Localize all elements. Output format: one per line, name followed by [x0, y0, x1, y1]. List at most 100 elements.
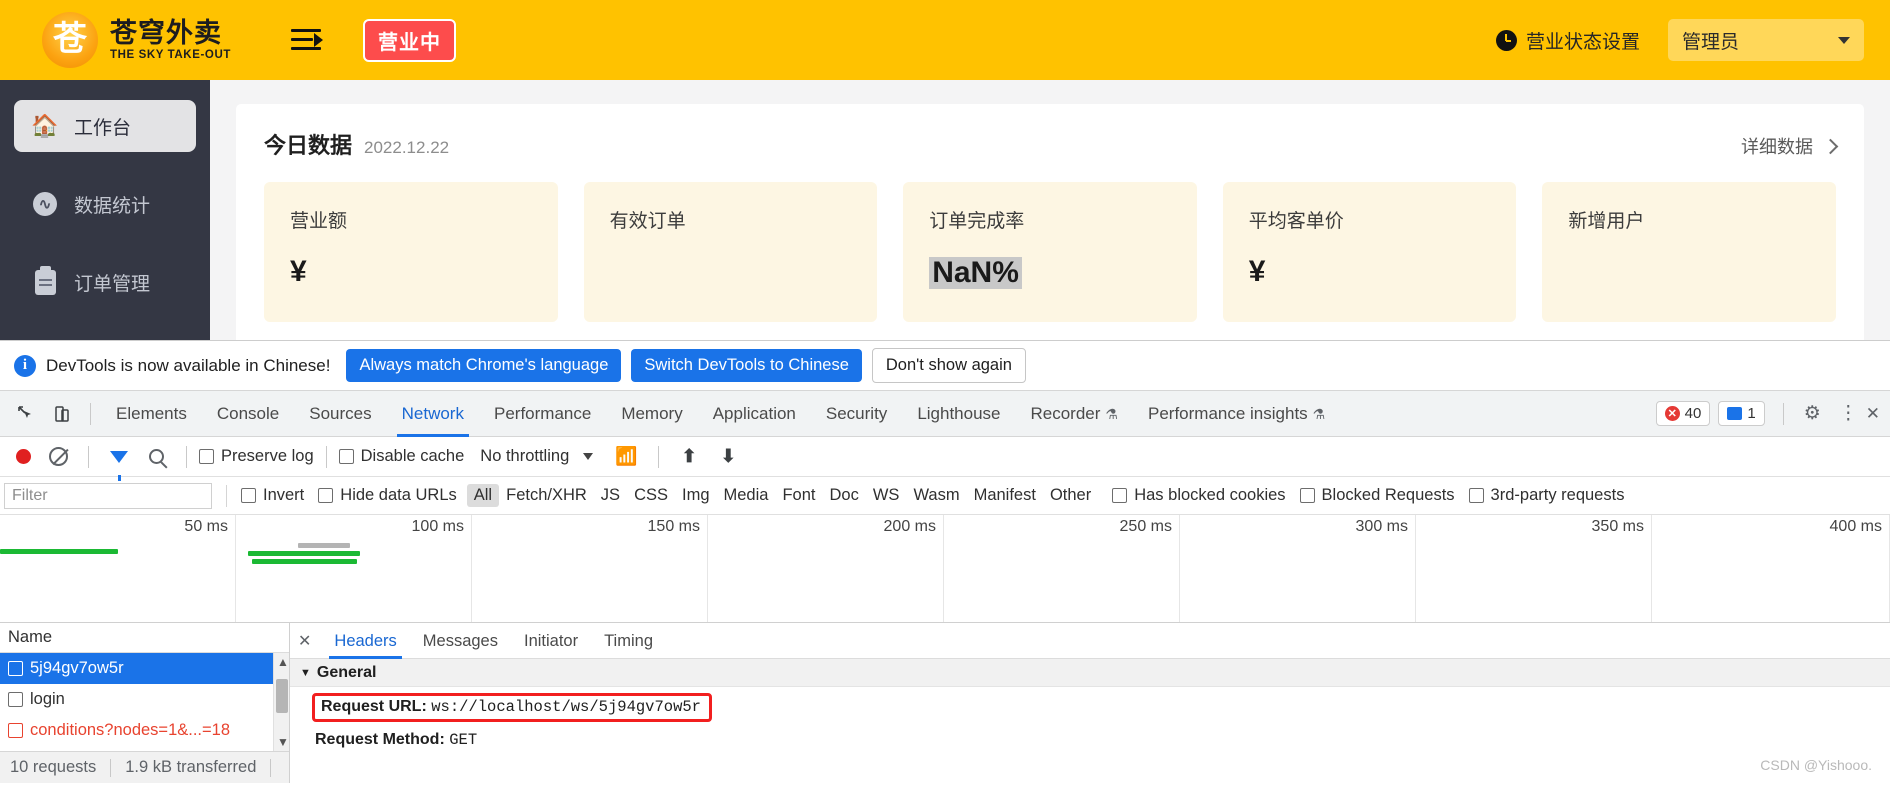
tab-headers[interactable]: Headers: [321, 623, 409, 659]
checkbox[interactable]: [241, 488, 256, 503]
detail-data-link[interactable]: 详细数据: [1741, 133, 1839, 159]
requests-scrollbar[interactable]: ▲ ▼: [273, 653, 289, 751]
dont-show-again-button[interactable]: Don't show again: [871, 348, 1026, 383]
clear-icon[interactable]: [49, 447, 68, 466]
general-section-header[interactable]: ▼ General: [290, 659, 1890, 687]
tab-initiator[interactable]: Initiator: [511, 623, 591, 659]
business-status-label: 营业状态设置: [1525, 31, 1640, 53]
sidebar-item-label: 数据统计: [74, 195, 151, 217]
tab-messages[interactable]: Messages: [410, 623, 511, 659]
tab-timing[interactable]: Timing: [591, 623, 666, 659]
filter-type-media[interactable]: Media: [717, 484, 776, 507]
web-app-region: 苍 苍穹外卖 THE SKY TAKE-OUT 营业中 营业状态设置 管理员 🏠…: [0, 0, 1890, 340]
export-har-icon[interactable]: ⬇: [721, 446, 736, 467]
checkbox[interactable]: [8, 692, 23, 707]
tab-application[interactable]: Application: [698, 391, 811, 437]
sidebar-item-workbench[interactable]: 🏠 工作台: [14, 100, 196, 152]
filter-funnel-icon[interactable]: [110, 450, 128, 481]
checkbox[interactable]: [1299, 488, 1315, 503]
transferred-size: 1.9 kB transferred: [125, 758, 257, 776]
checkbox[interactable]: [8, 723, 23, 738]
table-row[interactable]: login: [0, 684, 289, 715]
close-details-icon[interactable]: ✕: [298, 631, 311, 651]
request-url-highlight: Request URL: ws://localhost/ws/5j94gv7ow…: [312, 693, 712, 722]
user-dropdown[interactable]: 管理员: [1668, 19, 1864, 61]
sidebar-item-label: 工作台: [74, 117, 132, 139]
checkbox[interactable]: [8, 661, 23, 676]
settings-gear-icon[interactable]: ⚙: [1804, 402, 1821, 425]
filter-type-all[interactable]: All: [466, 484, 500, 507]
filter-type-img[interactable]: Img: [675, 484, 717, 507]
checkbox[interactable]: [1112, 488, 1128, 503]
tab-performance[interactable]: Performance: [479, 391, 606, 437]
record-button[interactable]: [16, 449, 31, 464]
sidebar-item-statistics[interactable]: ∿ 数据统计: [14, 178, 196, 230]
checkbox[interactable]: [318, 488, 334, 503]
checkbox[interactable]: [1468, 488, 1484, 503]
timeline-column: 200 ms: [708, 515, 944, 622]
tab-sources[interactable]: Sources: [294, 391, 386, 437]
table-row[interactable]: 5j94gv7ow5r: [0, 653, 289, 684]
device-toolbar-icon[interactable]: [47, 399, 77, 429]
throttling-select[interactable]: No throttling: [480, 447, 569, 466]
filter-type-wasm[interactable]: Wasm: [906, 484, 966, 507]
third-party-requests-checkbox[interactable]: 3rd-party requests: [1468, 486, 1624, 505]
chevron-down-icon: ▼: [300, 666, 311, 679]
filter-type-other[interactable]: Other: [1043, 484, 1098, 507]
filter-input[interactable]: [4, 482, 212, 509]
tab-memory[interactable]: Memory: [606, 391, 697, 437]
filter-type-js[interactable]: JS: [594, 484, 627, 507]
filter-type-css[interactable]: CSS: [627, 484, 675, 507]
chart-circle-icon: ∿: [32, 192, 58, 216]
scrollbar-thumb[interactable]: [276, 679, 288, 713]
menu-collapse-icon[interactable]: [290, 29, 323, 51]
filter-type-ws[interactable]: WS: [866, 484, 907, 507]
timeline-tick-label: 400 ms: [1829, 518, 1882, 535]
scroll-down-icon[interactable]: ▼: [277, 735, 289, 749]
preserve-log-checkbox[interactable]: Preserve log: [199, 447, 314, 466]
timeline-bar: [252, 559, 357, 564]
table-row[interactable]: conditions?nodes=1&...=18: [0, 715, 289, 746]
business-status-setting-button[interactable]: 营业状态设置: [1495, 27, 1640, 54]
disable-cache-checkbox[interactable]: Disable cache: [338, 447, 464, 466]
filter-type-font[interactable]: Font: [775, 484, 822, 507]
import-har-icon[interactable]: ⬆: [682, 446, 697, 467]
filter-type-doc[interactable]: Doc: [823, 484, 866, 507]
scroll-up-icon[interactable]: ▲: [277, 655, 289, 669]
flask-icon: ⚗: [1312, 405, 1326, 422]
tab-security[interactable]: Security: [811, 391, 902, 437]
tab-lighthouse[interactable]: Lighthouse: [902, 391, 1015, 437]
hide-data-urls-checkbox[interactable]: Hide data URLs: [318, 486, 457, 505]
metric-tile-valid-orders: 有效订单: [583, 182, 878, 322]
tab-network[interactable]: Network: [387, 391, 479, 437]
tab-recorder[interactable]: Recorder ⚗: [1016, 391, 1133, 437]
tab-performance-insights[interactable]: Performance insights ⚗: [1133, 391, 1340, 437]
message-count-badge[interactable]: 1: [1718, 401, 1765, 426]
close-devtools-icon[interactable]: ✕: [1866, 404, 1880, 424]
tab-recorder-label: Recorder: [1030, 403, 1101, 423]
chevron-down-icon[interactable]: [583, 453, 594, 460]
switch-to-chinese-button[interactable]: Switch DevTools to Chinese: [631, 349, 862, 382]
network-status-bar: 10 requests 1.9 kB transferred: [0, 751, 289, 783]
more-options-icon[interactable]: ⋮: [1839, 402, 1858, 425]
invert-checkbox[interactable]: Invert: [241, 486, 304, 505]
inspect-element-icon[interactable]: [11, 399, 41, 429]
network-conditions-icon[interactable]: 📶: [615, 446, 637, 467]
tab-elements[interactable]: Elements: [101, 391, 202, 437]
tab-console[interactable]: Console: [202, 391, 294, 437]
checkbox[interactable]: [199, 449, 214, 464]
always-match-language-button[interactable]: Always match Chrome's language: [346, 349, 622, 382]
search-icon[interactable]: [149, 449, 164, 464]
checkbox[interactable]: [338, 449, 354, 464]
metric-label: 订单完成率: [929, 211, 1025, 232]
general-label: General: [316, 663, 377, 681]
has-blocked-cookies-checkbox[interactable]: Has blocked cookies: [1112, 486, 1286, 505]
app-body: 🏠 工作台 ∿ 数据统计 订单管理 今日数据 2022.12.22 详细数据 营…: [0, 80, 1890, 340]
sidebar-item-orders[interactable]: 订单管理: [14, 256, 196, 308]
status-badge[interactable]: 营业中: [362, 18, 456, 62]
error-count-badge[interactable]: ✕ 40: [1655, 401, 1711, 426]
blocked-requests-checkbox[interactable]: Blocked Requests: [1299, 486, 1455, 505]
network-overview-timeline[interactable]: 50 ms 100 ms 150 ms 200 ms 250 ms 300 ms…: [0, 515, 1890, 623]
filter-type-manifest[interactable]: Manifest: [967, 484, 1043, 507]
filter-type-fetch-xhr[interactable]: Fetch/XHR: [499, 484, 594, 507]
